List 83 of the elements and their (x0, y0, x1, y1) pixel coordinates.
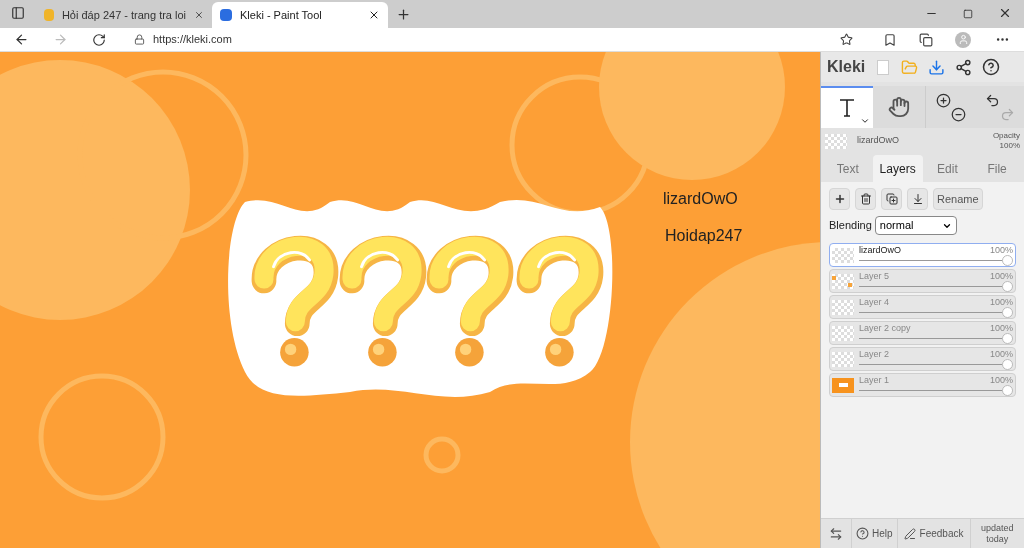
trash-icon (859, 193, 872, 205)
panel-tab[interactable]: Text (823, 155, 873, 182)
tab-title: Kleki - Paint Tool (240, 7, 323, 23)
layer-thumbnail (832, 351, 854, 367)
browser-tab[interactable]: Kleki - Paint Tool (212, 2, 388, 28)
url-text: https://kleki.com (153, 32, 232, 48)
hand-tool[interactable] (873, 86, 925, 128)
panel-tab[interactable]: Edit (922, 155, 973, 182)
layer-thumbnail (832, 299, 854, 315)
slider-thumb[interactable] (1002, 359, 1013, 370)
opacity-value: 100% (999, 141, 1020, 151)
back-icon[interactable] (14, 32, 29, 47)
layer-name: lizardOwO (859, 244, 901, 255)
address-bar[interactable]: https://kleki.com (126, 28, 861, 51)
rename-button[interactable]: Rename (933, 188, 983, 210)
zoom-out-icon[interactable] (950, 106, 966, 122)
pen-icon (903, 527, 916, 540)
slider-thumb[interactable] (1002, 281, 1013, 292)
share-icon[interactable] (955, 58, 973, 76)
text-tool-icon (839, 98, 855, 118)
new-tab-icon[interactable] (396, 7, 411, 22)
caret-icon (860, 116, 870, 126)
download-icon[interactable] (928, 58, 946, 76)
blending-dropdown[interactable]: normal (874, 216, 957, 235)
feedback-button[interactable]: Feedback (896, 519, 970, 548)
opacity-label: Opacity (992, 131, 1020, 141)
browser-tab[interactable]: Hỏi đáp 247 - trang tra loi (36, 2, 212, 28)
text-tool[interactable] (821, 86, 873, 128)
duplicate-icon (885, 193, 898, 205)
help-icon (856, 527, 869, 540)
layer-thumbnail (832, 325, 854, 341)
slider-thumb[interactable] (1002, 333, 1013, 344)
layer-name: Layer 2 (859, 348, 890, 359)
delete-layer-button[interactable] (855, 188, 876, 210)
sidebar-icon[interactable] (11, 6, 25, 20)
layer-opacity: 100% (989, 348, 1013, 359)
merge-layer-button[interactable] (907, 188, 928, 210)
merge-down-icon (911, 193, 924, 205)
help-icon[interactable] (982, 58, 1001, 76)
layer-opacity: 100% (989, 322, 1013, 333)
layer-name: Layer 5 (859, 270, 890, 281)
tab-title: Hỏi đáp 247 - trang tra loi (61, 7, 187, 23)
plus-icon (833, 193, 846, 205)
logo-text: Kleki (827, 57, 866, 77)
arrows-icon (829, 526, 843, 541)
layer-thumbnail (832, 273, 854, 289)
duplicate-layer-button[interactable] (881, 188, 902, 210)
canvas-text: Hoidap247 (665, 226, 743, 246)
favorite-icon[interactable] (840, 33, 853, 46)
favicon-icon (220, 9, 232, 21)
slider-thumb[interactable] (1002, 307, 1013, 318)
layer-row[interactable]: lizardOwO 100% (829, 243, 1016, 267)
close-icon[interactable] (368, 9, 380, 21)
layer-opacity: 100% (989, 270, 1013, 281)
layer-name: lizardOwO (857, 134, 900, 148)
lock-icon (134, 34, 145, 45)
layer-thumbnail (832, 377, 854, 393)
favicon-icon (44, 9, 54, 21)
add-layer-button[interactable] (829, 188, 850, 210)
layer-opacity: 100% (989, 244, 1013, 255)
restore-icon[interactable] (963, 9, 973, 19)
panel-tab[interactable]: File (972, 155, 1022, 182)
help-button[interactable]: Help (851, 519, 897, 548)
layer-name: Layer 1 (859, 374, 890, 385)
undo-icon[interactable] (984, 92, 1000, 108)
blending-label: Blending (829, 218, 872, 234)
layer-thumbnail (825, 133, 847, 149)
canvas-text: lizardOwO (663, 189, 738, 209)
reload-icon[interactable] (92, 32, 106, 47)
layer-opacity: 100% (989, 374, 1013, 385)
layer-name: Layer 4 (859, 296, 890, 307)
slider-thumb[interactable] (1002, 255, 1013, 266)
collections-icon[interactable] (919, 32, 933, 47)
layer-thumbnail (832, 247, 854, 263)
zoom-in-icon[interactable] (935, 92, 951, 108)
update-status: updated today (969, 519, 1024, 548)
slider-thumb[interactable] (1002, 385, 1013, 396)
panel-tab[interactable]: Layers (872, 155, 923, 182)
hand-icon (888, 96, 910, 118)
close-icon[interactable] (998, 6, 1012, 20)
layer-opacity: 100% (989, 296, 1013, 307)
favorites-icon[interactable] (883, 32, 897, 47)
layer-name: Layer 2 copy (859, 322, 911, 333)
